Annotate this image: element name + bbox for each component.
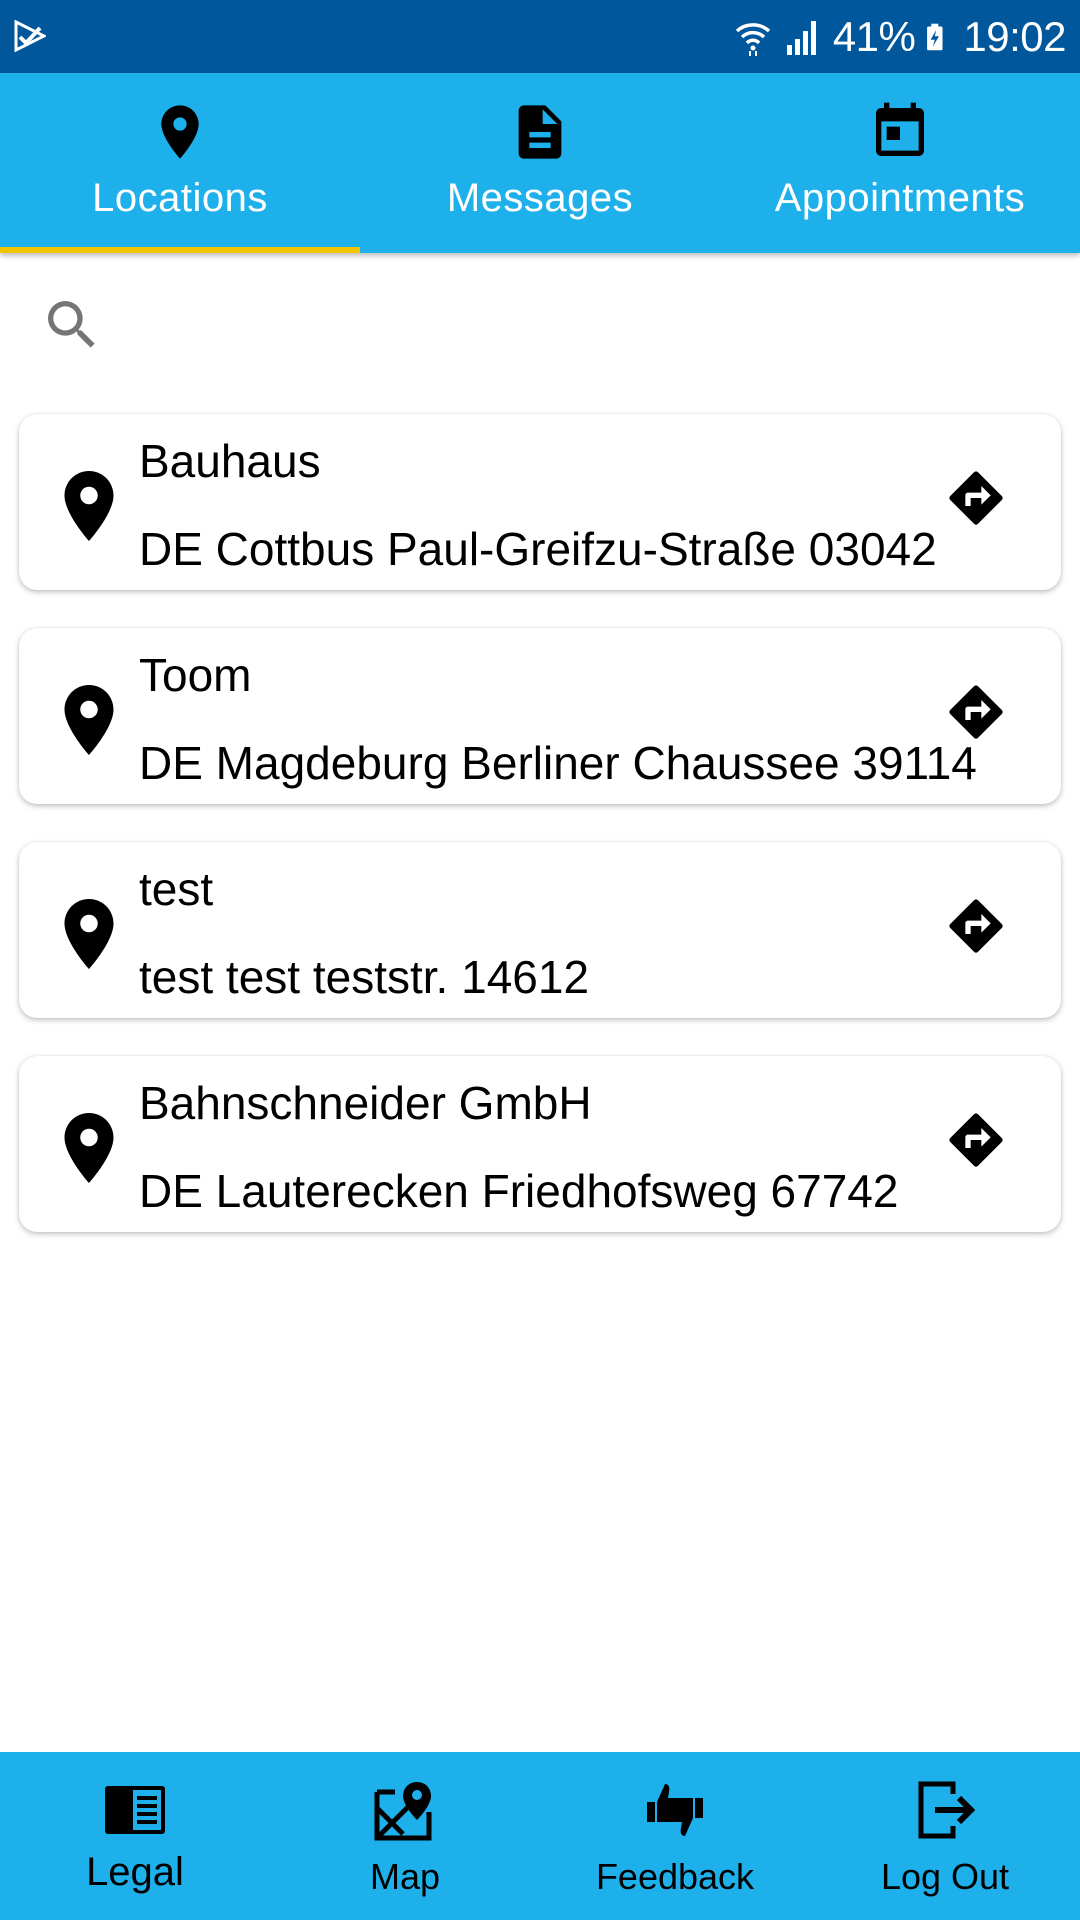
nav-feedback-label: Feedback	[595, 1856, 755, 1897]
nav-logout[interactable]: Log Out	[810, 1752, 1080, 1920]
location-name: Toom	[139, 649, 252, 701]
tab-appointments-label: Appointments	[774, 176, 1026, 220]
status-time: 19:02	[963, 12, 1066, 60]
location-address: test test teststr. 14612	[139, 951, 590, 1003]
location-pin-icon	[64, 899, 114, 969]
nav-legal-label: Legal	[86, 1850, 184, 1894]
location-pin-icon	[64, 1113, 114, 1183]
tab-locations-label: Locations	[92, 176, 268, 220]
document-icon	[518, 105, 562, 159]
tab-messages-label: Messages	[446, 176, 634, 220]
search-icon	[48, 301, 95, 348]
location-card[interactable]: test test test teststr. 14612	[19, 842, 1061, 1018]
location-name: Bahnschneider GmbH	[139, 1077, 592, 1129]
battery-percent: 41%	[832, 12, 916, 60]
nav-feedback[interactable]: Feedback	[540, 1752, 810, 1920]
nav-logout-label: Log Out	[880, 1856, 1010, 1897]
legal-book-icon	[105, 1786, 165, 1834]
logout-icon	[918, 1781, 976, 1839]
status-bar: 41% 19:02	[0, 0, 1080, 73]
nav-map-label: Map	[369, 1856, 441, 1897]
nav-map[interactable]: Map	[270, 1752, 540, 1920]
directions-icon[interactable]	[944, 1108, 1008, 1172]
tab-messages[interactable]: Messages	[360, 73, 720, 253]
top-tab-bar: Locations Messages Appointments	[0, 73, 1080, 253]
location-card[interactable]: Toom DE Magdeburg Berliner Chaussee 3911…	[19, 628, 1061, 804]
location-pin-icon	[161, 105, 199, 159]
directions-icon[interactable]	[944, 894, 1008, 958]
bottom-nav: Legal Map Feedback Log Out	[0, 1752, 1080, 1920]
location-address: DE Lauterecken Friedhofsweg 67742	[139, 1165, 899, 1217]
tab-appointments[interactable]: Appointments	[720, 73, 1080, 253]
location-card[interactable]: Bahnschneider GmbH DE Lauterecken Friedh…	[19, 1056, 1061, 1232]
wifi-icon	[735, 22, 770, 56]
location-name: Bauhaus	[139, 435, 321, 487]
nav-legal[interactable]: Legal	[0, 1752, 270, 1920]
tab-locations[interactable]: Locations	[0, 73, 360, 253]
directions-icon[interactable]	[944, 680, 1008, 744]
check-triangle-icon	[14, 20, 46, 52]
thumbs-feedback-icon	[647, 1784, 703, 1836]
search-input[interactable]	[124, 299, 1024, 351]
signal-icon	[786, 20, 816, 55]
location-name: test	[139, 863, 214, 915]
location-pin-icon	[64, 685, 114, 755]
location-address: DE Cottbus Paul-Greifzu-Straße 03042	[139, 523, 937, 575]
battery-charging-icon	[927, 23, 943, 50]
location-address: DE Magdeburg Berliner Chaussee 39114	[139, 737, 977, 789]
calendar-icon	[876, 102, 924, 156]
map-icon	[374, 1782, 432, 1841]
tab-selected-indicator	[0, 247, 360, 253]
directions-icon[interactable]	[944, 466, 1008, 530]
location-card[interactable]: Bauhaus DE Cottbus Paul-Greifzu-Straße 0…	[19, 414, 1061, 590]
search-bar[interactable]	[40, 293, 1040, 357]
location-pin-icon	[64, 471, 114, 541]
